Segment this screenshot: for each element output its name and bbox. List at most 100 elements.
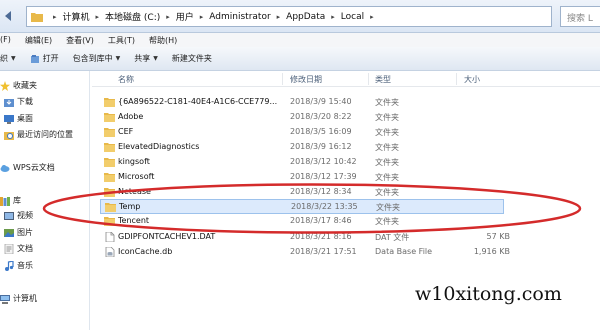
back-forward-icon[interactable] <box>2 8 26 24</box>
desktop-icon <box>4 114 14 124</box>
file-type: 文件夹 <box>375 158 399 167</box>
file-type: 文件夹 <box>375 113 399 122</box>
sidebar-item-label: 文档 <box>17 244 33 253</box>
column-header-type[interactable]: 类型 <box>375 74 391 85</box>
list-item[interactable]: IconCache.db 2018/3/21 17:51 Data Base F… <box>100 245 550 260</box>
sidebar-item-computer[interactable]: 计算机 <box>0 293 37 304</box>
breadcrumb-item-local-disk[interactable]: ▸ 本地磁盘 (C:) <box>90 10 161 24</box>
list-item[interactable]: kingsoft 2018/3/12 10:42 文件夹 <box>100 155 550 170</box>
sidebar-item-wps-cloud[interactable]: WPS云文档 <box>0 162 55 173</box>
file-type: 文件夹 <box>375 98 399 107</box>
breadcrumb-item-administrator[interactable]: ▸ Administrator <box>194 12 271 22</box>
menu-tools[interactable]: 工具(T) <box>108 33 139 47</box>
list-item[interactable]: Netease 2018/3/12 8:34 文件夹 <box>100 185 550 200</box>
file-name: Temp <box>119 202 141 211</box>
recent-places-icon <box>4 131 14 140</box>
list-item-selected[interactable]: Temp 2018/3/22 13:35 文件夹 <box>100 199 504 214</box>
sidebar-item-label: 库 <box>13 196 21 205</box>
file-type: Data Base File <box>375 247 433 256</box>
sidebar-item-libraries[interactable]: 库 <box>0 195 21 206</box>
open-button[interactable]: 打开 <box>30 53 59 64</box>
search-input[interactable]: 搜索 L <box>560 6 600 27</box>
folder-icon <box>104 217 115 226</box>
column-divider[interactable] <box>368 73 369 85</box>
menu-view[interactable]: 查看(V) <box>66 33 98 47</box>
folder-icon <box>104 113 115 122</box>
file-date: 2018/3/21 17:51 <box>290 247 357 256</box>
sidebar-item-pictures[interactable]: 图片 <box>4 227 33 238</box>
menu-help[interactable]: 帮助(H) <box>149 33 181 47</box>
list-item[interactable]: CEF 2018/3/5 16:09 文件夹 <box>100 125 550 140</box>
command-bar: 织 ▼ 打开 包含到库中 ▼ 共享 ▼ 新建文件夹 <box>0 47 600 71</box>
column-header-size[interactable]: 大小 <box>464 74 480 85</box>
open-label: 打开 <box>42 54 59 63</box>
folder-icon <box>105 203 116 212</box>
file-size: 57 KB <box>486 232 510 241</box>
sidebar-item-music[interactable]: 音乐 <box>4 260 33 271</box>
file-name: Adobe <box>118 112 144 121</box>
chevron-down-icon: ▼ <box>115 55 121 62</box>
list-item[interactable]: Microsoft 2018/3/12 17:39 文件夹 <box>100 170 550 185</box>
file-type: 文件夹 <box>375 188 399 197</box>
new-folder-button[interactable]: 新建文件夹 <box>172 53 212 64</box>
sidebar-item-label: 图片 <box>17 228 33 237</box>
file-name: IconCache.db <box>118 247 173 256</box>
file-name: Tencent <box>118 216 150 225</box>
list-item[interactable]: Adobe 2018/3/20 8:22 文件夹 <box>100 110 550 125</box>
column-header-date[interactable]: 修改日期 <box>290 74 322 85</box>
file-name: GDIPFONTCACHEV1.DAT <box>118 232 216 241</box>
sidebar-item-desktop[interactable]: 桌面 <box>4 113 33 124</box>
db-file-icon <box>105 247 115 257</box>
sidebar-item-videos[interactable]: 视频 <box>4 210 33 221</box>
sidebar-item-favorites[interactable]: 收藏夹 <box>0 80 37 91</box>
sidebar-item-documents[interactable]: 文档 <box>4 243 33 254</box>
nav-buttons[interactable] <box>2 8 26 24</box>
new-folder-label: 新建文件夹 <box>171 54 212 63</box>
breadcrumb-item-computer[interactable]: ▸ 计算机 <box>47 10 90 24</box>
folder-icon <box>31 12 43 22</box>
sidebar-item-label: 视频 <box>17 211 33 220</box>
file-date: 2018/3/9 15:40 <box>290 97 352 106</box>
file-date: 2018/3/9 16:12 <box>290 142 352 151</box>
sidebar-item-downloads[interactable]: 下载 <box>4 96 33 107</box>
file-icon <box>105 232 115 242</box>
pictures-icon <box>4 228 14 237</box>
sidebar-item-label: 音乐 <box>17 261 33 270</box>
watermark: w10xitong.com <box>415 283 562 305</box>
address-bar: ▸ 计算机 ▸ 本地磁盘 (C:) ▸ 用户 ▸ Administrator ▸ AppD… <box>0 0 600 33</box>
cloud-icon <box>0 164 10 172</box>
breadcrumb-item-local[interactable]: ▸ Local ▸ <box>325 12 379 22</box>
list-item[interactable]: GDIPFONTCACHEV1.DAT 2018/3/21 8:16 DAT 文… <box>100 230 550 245</box>
file-date: 2018/3/12 8:34 <box>290 187 352 196</box>
file-date: 2018/3/12 17:39 <box>290 172 357 181</box>
column-header-name[interactable]: 名称 <box>118 74 134 85</box>
sidebar-item-label: 桌面 <box>17 114 33 123</box>
list-item[interactable]: Tencent 2018/3/17 8:46 文件夹 <box>100 214 550 229</box>
include-in-library-button[interactable]: 包含到库中 ▼ <box>73 53 121 64</box>
sidebar-item-recent[interactable]: 最近访问的位置 <box>4 129 73 140</box>
breadcrumb-item-appdata[interactable]: ▸ AppData <box>271 12 326 22</box>
file-name: {6A896522-C181-40E4-A1C6-CCE779... <box>118 97 278 106</box>
list-item[interactable]: {6A896522-C181-40E4-A1C6-CCE779... 2018/… <box>100 95 550 110</box>
folder-icon <box>104 158 115 167</box>
organize-button[interactable]: 织 ▼ <box>0 53 16 64</box>
music-icon <box>5 260 14 271</box>
sidebar-item-label: 计算机 <box>13 294 37 303</box>
menu-bar: (F) 编辑(E) 查看(V) 工具(T) 帮助(H) <box>0 33 600 47</box>
file-type: 文件夹 <box>376 203 400 212</box>
column-divider[interactable] <box>282 73 283 85</box>
include-in-library-label: 包含到库中 <box>72 54 113 63</box>
share-button[interactable]: 共享 ▼ <box>134 53 158 64</box>
file-date: 2018/3/17 8:46 <box>290 216 352 225</box>
breadcrumb-item-users[interactable]: ▸ 用户 <box>160 10 194 24</box>
file-type: 文件夹 <box>375 128 399 137</box>
list-item[interactable]: ElevatedDiagnostics 2018/3/9 16:12 文件夹 <box>100 140 550 155</box>
menu-edit[interactable]: 编辑(E) <box>25 33 56 47</box>
file-date: 2018/3/20 8:22 <box>290 112 352 121</box>
menu-file[interactable]: (F) <box>0 33 15 47</box>
file-name: Microsoft <box>118 172 155 181</box>
breadcrumb[interactable]: ▸ 计算机 ▸ 本地磁盘 (C:) ▸ 用户 ▸ Administrator ▸ AppD… <box>26 6 552 27</box>
documents-icon <box>4 243 14 254</box>
column-divider[interactable] <box>456 73 457 85</box>
file-name: kingsoft <box>118 157 150 166</box>
